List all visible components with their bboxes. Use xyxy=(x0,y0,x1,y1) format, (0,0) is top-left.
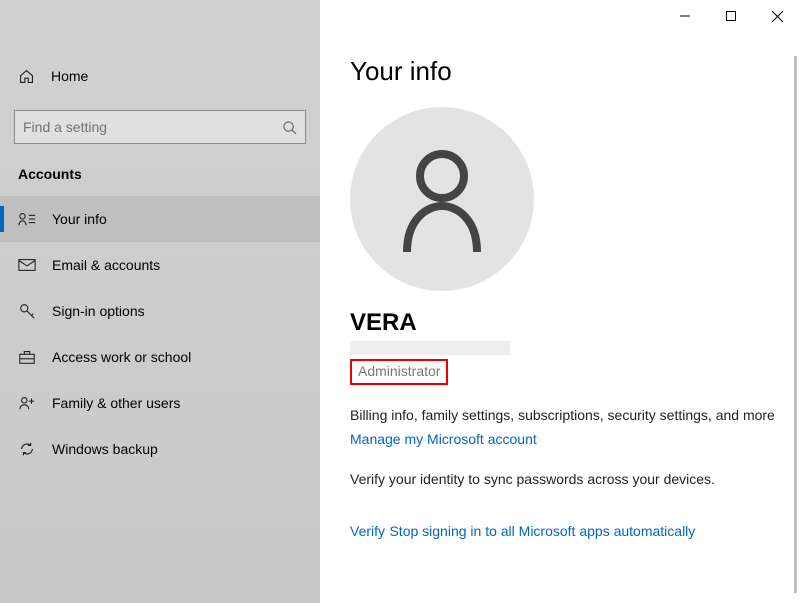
verify-link[interactable]: Verify xyxy=(350,523,385,539)
sidebar-item-label: Sign-in options xyxy=(52,303,145,319)
role-highlight: Administrator xyxy=(350,359,448,385)
page-title: Your info xyxy=(350,56,800,87)
user-name: VERA xyxy=(350,309,800,337)
mail-icon xyxy=(18,258,36,272)
search-icon xyxy=(282,120,297,135)
sidebar-item-your-info[interactable]: Your info xyxy=(0,196,320,242)
sidebar-item-label: Email & accounts xyxy=(52,257,160,273)
your-info-icon xyxy=(18,211,36,227)
sidebar-item-signin-options[interactable]: Sign-in options xyxy=(0,288,320,334)
scrollbar[interactable] xyxy=(794,56,797,593)
person-icon xyxy=(392,144,492,254)
sidebar-item-family-users[interactable]: Family & other users xyxy=(0,380,320,426)
user-email-redacted xyxy=(350,341,510,355)
sidebar-home-label: Home xyxy=(51,68,88,84)
billing-text: Billing info, family settings, subscript… xyxy=(350,407,800,423)
manage-account-link[interactable]: Manage my Microsoft account xyxy=(350,431,537,447)
stop-signin-link[interactable]: Stop signing in to all Microsoft apps au… xyxy=(389,523,695,539)
verify-text: Verify your identity to sync passwords a… xyxy=(350,471,800,487)
sidebar-item-label: Your info xyxy=(52,211,107,227)
sidebar-item-windows-backup[interactable]: Windows backup xyxy=(0,426,320,472)
user-role: Administrator xyxy=(358,363,440,379)
sidebar-item-label: Access work or school xyxy=(52,349,191,365)
sidebar-item-work-school[interactable]: Access work or school xyxy=(0,334,320,380)
content-area: Your info VERA Administrator Billing inf… xyxy=(320,0,800,603)
sync-icon xyxy=(18,440,36,458)
sidebar-item-label: Windows backup xyxy=(52,441,158,457)
home-icon xyxy=(18,68,35,85)
sidebar-item-email-accounts[interactable]: Email & accounts xyxy=(0,242,320,288)
sidebar-item-label: Family & other users xyxy=(52,395,180,411)
people-icon xyxy=(18,395,36,411)
search-input[interactable] xyxy=(14,110,306,144)
key-icon xyxy=(18,302,36,320)
search-field[interactable] xyxy=(23,119,282,135)
sidebar-category: Accounts xyxy=(0,144,320,196)
avatar xyxy=(350,107,534,291)
sidebar-home[interactable]: Home xyxy=(0,56,320,96)
sidebar: Home Accounts Your info Email & accounts xyxy=(0,0,320,603)
briefcase-icon xyxy=(18,349,36,365)
